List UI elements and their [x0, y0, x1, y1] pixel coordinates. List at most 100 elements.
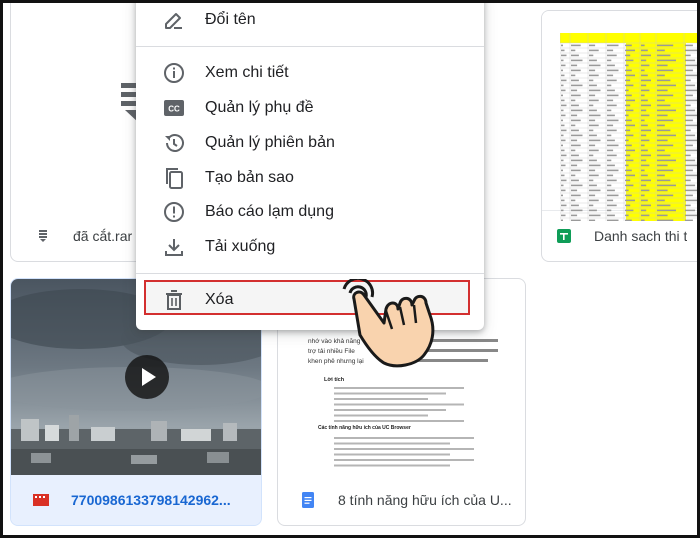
doc-preview-text-line	[334, 398, 428, 400]
menu-item-download[interactable]: Tải xuống	[136, 229, 484, 264]
spreadsheet-cell-text	[571, 184, 583, 187]
spreadsheet-cell-text	[607, 154, 617, 157]
spreadsheet-cell-text	[657, 114, 668, 117]
spreadsheet-cell-text	[657, 74, 665, 77]
spreadsheet-cell-text	[625, 189, 629, 192]
spreadsheet-cell-text	[625, 124, 635, 127]
spreadsheet-cell-text	[641, 169, 645, 172]
spreadsheet-cell-text	[641, 74, 648, 77]
spreadsheet-header-row	[560, 33, 700, 43]
spreadsheet-cell-text	[625, 134, 634, 137]
spreadsheet-cell-text	[685, 64, 700, 67]
spreadsheet-cell-text	[561, 109, 564, 112]
spreadsheet-cell-text	[625, 154, 631, 157]
spreadsheet-cell-text	[607, 59, 612, 62]
doc-preview-text-line	[334, 448, 474, 450]
spreadsheet-cell-text	[561, 124, 565, 127]
spreadsheet-cell-text	[589, 109, 597, 112]
spreadsheet-cell-text	[685, 179, 691, 182]
menu-item-report-abuse[interactable]: Báo cáo lạm dụng	[136, 194, 484, 229]
spreadsheet-cell-text	[625, 119, 632, 122]
spreadsheet-preview	[560, 33, 700, 221]
spreadsheet-cell-text	[561, 169, 563, 172]
spreadsheet-cell-text	[589, 119, 596, 122]
spreadsheet-cell-text	[685, 69, 693, 72]
spreadsheet-cell-text	[625, 59, 634, 62]
doc-preview-text-line	[334, 409, 446, 411]
spreadsheet-cell-text	[589, 169, 596, 172]
menu-item-label: Đổi tên	[205, 10, 256, 28]
menu-item-rename[interactable]: Đổi tên	[136, 2, 484, 37]
doc-preview-text-line	[334, 442, 450, 445]
spreadsheet-cell-text	[589, 179, 594, 182]
spreadsheet-cell-text	[657, 54, 671, 57]
spreadsheet-cell-text	[685, 44, 693, 47]
spreadsheet-cell-text	[571, 59, 583, 62]
file-card-footer: 8 tính năng hữu ích của U...	[278, 475, 525, 525]
spreadsheet-cell-text	[561, 89, 566, 92]
spreadsheet-cell-text	[685, 154, 691, 157]
history-icon	[165, 134, 184, 152]
spreadsheet-cell-text	[561, 54, 567, 57]
google-sheets-icon	[557, 229, 571, 243]
spreadsheet-cell-text	[657, 94, 674, 97]
spreadsheet-cell-text	[625, 54, 631, 57]
spreadsheet-cell-text	[625, 69, 632, 72]
spreadsheet-cell-text	[657, 204, 671, 207]
spreadsheet-cell-text	[657, 119, 674, 122]
spreadsheet-cell-text	[561, 194, 563, 197]
spreadsheet-cell-text	[685, 169, 693, 172]
spreadsheet-cell-text	[589, 154, 594, 157]
spreadsheet-cell-text	[571, 149, 576, 152]
spreadsheet-cell-text	[641, 79, 651, 82]
spreadsheet-cell-text	[589, 49, 599, 52]
spreadsheet-cell-text	[685, 204, 691, 207]
spreadsheet-cell-text	[685, 99, 698, 102]
spreadsheet-cell-text	[625, 84, 634, 87]
spreadsheet-cell-text	[641, 139, 650, 142]
spreadsheet-cell-text	[641, 159, 647, 162]
spreadsheet-cell-text	[657, 44, 674, 47]
download-icon	[165, 239, 183, 256]
spreadsheet-cell-text	[641, 69, 645, 72]
play-icon[interactable]	[125, 355, 169, 399]
spreadsheet-cell-text	[561, 179, 567, 182]
info-icon	[164, 63, 184, 83]
spreadsheet-cell-text	[641, 164, 650, 167]
spreadsheet-cell-text	[625, 104, 631, 107]
file-name: Danh sach thi t	[594, 228, 688, 244]
spreadsheet-cell-text	[571, 159, 583, 162]
archive-file-icon	[39, 230, 47, 242]
file-card-spreadsheet[interactable]: Danh sach thi t	[541, 10, 700, 262]
spreadsheet-cell-text	[589, 164, 601, 167]
doc-preview-text-line	[334, 387, 464, 389]
spreadsheet-cell-text	[641, 109, 647, 112]
spreadsheet-cell-text	[571, 154, 579, 157]
menu-item-subtitles[interactable]: CC Quản lý phụ đề	[136, 90, 484, 125]
spreadsheet-cell-text	[641, 144, 645, 147]
menu-item-versions[interactable]: Quản lý phiên bản	[136, 125, 484, 160]
spreadsheet-cell-text	[607, 54, 617, 57]
spreadsheet-cell-text	[571, 139, 578, 142]
spreadsheet-cell-text	[641, 94, 645, 97]
spreadsheet-cell-text	[571, 179, 579, 182]
spreadsheet-cell-text	[607, 94, 619, 97]
spreadsheet-cell-text	[561, 159, 564, 162]
menu-item-details[interactable]: Xem chi tiết	[136, 55, 484, 90]
spreadsheet-cell-text	[657, 89, 668, 92]
spreadsheet-cell-text	[589, 134, 597, 137]
spreadsheet-cell-text	[625, 169, 632, 172]
spreadsheet-cell-text	[589, 189, 601, 192]
closed-caption-icon: CC	[164, 100, 184, 116]
doc-preview-text-line	[334, 392, 446, 395]
spreadsheet-cell-text	[589, 204, 594, 207]
spreadsheet-cell-text	[561, 74, 565, 77]
doc-preview-heading: Lời tích	[324, 377, 345, 383]
spreadsheet-cell-text	[589, 74, 599, 77]
file-name: 8 tính năng hữu ích của U...	[338, 492, 512, 508]
report-icon	[164, 202, 184, 222]
spreadsheet-cell-text	[607, 199, 614, 202]
spreadsheet-cell-text	[561, 59, 564, 62]
spreadsheet-cell-text	[641, 129, 651, 132]
menu-item-make-copy[interactable]: Tạo bản sao	[136, 160, 484, 195]
